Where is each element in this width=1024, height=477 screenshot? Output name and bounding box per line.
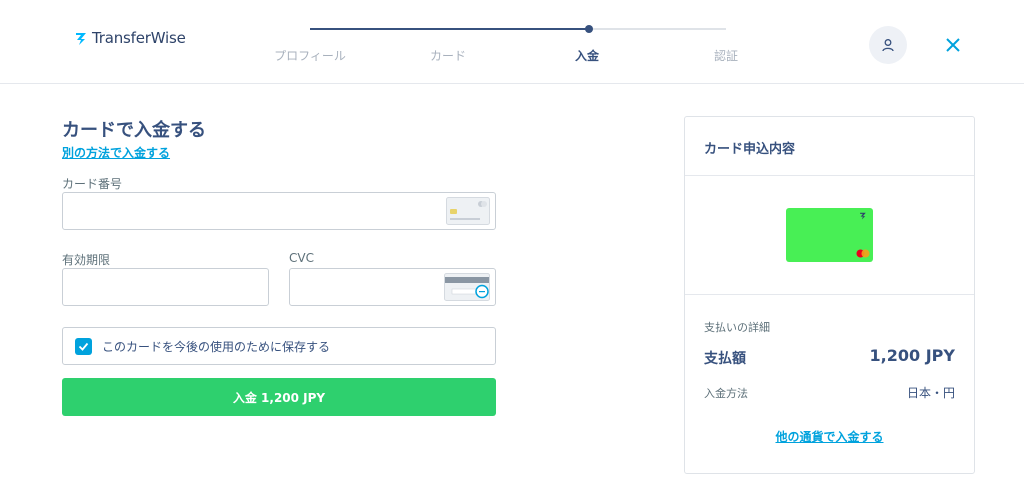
card-number-label: カード番号 xyxy=(62,177,123,191)
progress-fill xyxy=(310,28,589,30)
step-profile: プロフィール xyxy=(274,49,346,63)
cvc-icon xyxy=(444,273,490,301)
progress-dot xyxy=(585,25,593,33)
progress-track xyxy=(310,25,726,33)
card-number-input[interactable] xyxy=(62,192,496,230)
summary-divider xyxy=(685,175,974,176)
method-label: 入金方法 xyxy=(704,387,748,400)
close-button[interactable] xyxy=(940,32,966,58)
method-value: 日本・円 xyxy=(906,386,955,400)
summary-divider xyxy=(685,294,974,295)
mastercard-icon xyxy=(856,249,870,258)
payment-details-heading: 支払いの詳細 xyxy=(704,321,770,334)
expiry-input[interactable] xyxy=(62,268,269,306)
account-button[interactable] xyxy=(869,26,907,64)
summary-title: カード申込内容 xyxy=(704,142,796,157)
wise-logo-icon xyxy=(76,33,86,45)
close-icon xyxy=(946,38,960,52)
card-chip-icon xyxy=(446,197,490,225)
alternate-method-link[interactable]: 別の方法で入金する xyxy=(62,144,170,161)
cvc-label: CVC xyxy=(289,251,314,265)
top-bar: TransferWise プロフィール カード 入金 認証 xyxy=(0,0,1024,84)
save-card-checkbox[interactable] xyxy=(75,337,92,355)
step-payment: 入金 xyxy=(574,49,599,63)
save-card-label: このカードを今後の使用のために保存する xyxy=(102,339,331,354)
check-icon xyxy=(78,342,89,351)
form-title: カードで入金する xyxy=(62,120,206,141)
pay-button[interactable]: 入金 1,200 JPY xyxy=(62,378,496,416)
brand-logo[interactable]: TransferWise xyxy=(74,26,186,50)
brand-name: TransferWise xyxy=(92,29,186,47)
user-icon xyxy=(882,39,894,52)
amount-value: 1,200 JPY xyxy=(869,346,955,365)
cvc-input[interactable] xyxy=(289,268,496,306)
other-currency-link[interactable]: 他の通貨で入金する xyxy=(685,428,974,445)
amount-label: 支払額 xyxy=(704,351,746,367)
save-card-option[interactable]: このカードを今後の使用のために保存する xyxy=(62,327,496,365)
step-verification: 認証 xyxy=(713,49,738,63)
step-card: カード xyxy=(429,49,466,63)
card-preview xyxy=(786,208,873,262)
wise-logo-icon xyxy=(860,212,866,220)
order-summary-panel: カード申込内容 支払いの詳細 支払額 1,200 JPY 入金方法 日本・円 他… xyxy=(684,116,975,474)
expiry-label: 有効期限 xyxy=(62,253,111,267)
